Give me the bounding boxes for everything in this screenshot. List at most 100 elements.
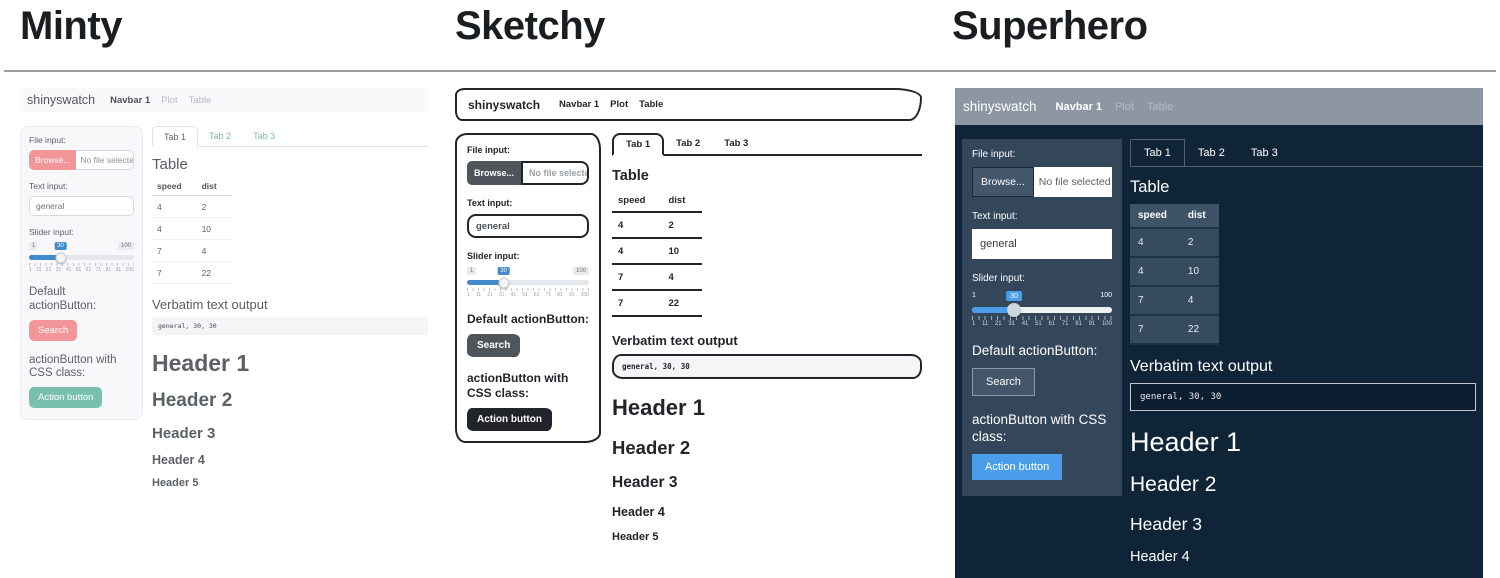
slider-min-label: 1 xyxy=(467,267,476,275)
header-2: Header 2 xyxy=(1130,473,1483,497)
nav-item-plot[interactable]: Plot xyxy=(161,95,177,106)
navbar: shinyswatch Navbar 1 Plot Table xyxy=(955,88,1483,125)
header-5: Header 5 xyxy=(612,531,922,543)
slider-track[interactable] xyxy=(972,307,1112,313)
slider-tick-label: 51 xyxy=(522,292,528,298)
slider-tick-marks xyxy=(467,288,589,291)
navbar: shinyswatch Navbar 1 Plot Table xyxy=(455,88,922,121)
tab-1[interactable]: Tab 1 xyxy=(152,126,198,147)
tab-3[interactable]: Tab 3 xyxy=(1238,139,1291,166)
slider-tick-labels: 1112131415161718191100 xyxy=(29,267,134,273)
navbar-brand[interactable]: shinyswatch xyxy=(963,99,1037,114)
search-button[interactable]: Search xyxy=(29,320,77,341)
slider-tick-label: 81 xyxy=(106,267,112,273)
default-actionbutton-label: Default actionButton: xyxy=(467,312,589,327)
horizontal-divider xyxy=(4,70,1496,72)
slider-handle[interactable] xyxy=(1007,303,1021,317)
navbar-brand[interactable]: shinyswatch xyxy=(468,98,540,112)
browse-button[interactable]: Browse... xyxy=(29,150,76,170)
app-body: File input: Browse... No file selected T… xyxy=(20,126,428,489)
cell: 10 xyxy=(197,218,232,240)
cell: 4 xyxy=(152,196,197,218)
slider-input[interactable]: 1 30 100 1112131415161718191100 xyxy=(467,267,589,298)
tab-3[interactable]: Tab 3 xyxy=(242,126,286,146)
table-row: 74 xyxy=(612,264,702,290)
tab-2[interactable]: Tab 2 xyxy=(664,133,712,154)
slider-track[interactable] xyxy=(29,255,134,260)
slider-max-label: 100 xyxy=(573,267,589,275)
table-row: 42 xyxy=(612,212,702,238)
nav-item-table[interactable]: Table xyxy=(1147,101,1173,113)
slider-tick-label: 100 xyxy=(1102,321,1112,327)
file-input-label: File input: xyxy=(972,149,1112,160)
slider-tick-label: 11 xyxy=(982,321,988,327)
navbar-brand[interactable]: shinyswatch xyxy=(27,93,95,107)
table-row: 74 xyxy=(152,240,232,262)
sidebar: File input: Browse... No file selected T… xyxy=(20,126,143,420)
table-row: 410 xyxy=(612,238,702,264)
slider-labels: 1 30 100 xyxy=(467,267,589,278)
slider-tick-label: 31 xyxy=(499,292,505,298)
sketchy-theme-preview: shinyswatch Navbar 1 Plot Table File inp… xyxy=(455,88,922,543)
slider-tick-label: 51 xyxy=(1035,321,1042,327)
tab-3[interactable]: Tab 3 xyxy=(712,133,760,154)
tab-1[interactable]: Tab 1 xyxy=(1130,139,1185,167)
slider-handle[interactable] xyxy=(55,252,66,263)
slider-max-label: 100 xyxy=(1100,291,1112,300)
slider-tick-label: 71 xyxy=(96,267,102,273)
slider-min-label: 1 xyxy=(972,291,976,300)
slider-track[interactable] xyxy=(467,280,589,285)
slider-input[interactable]: 1 30 100 1112131415161718191100 xyxy=(972,291,1112,327)
action-button[interactable]: Action button xyxy=(467,408,552,431)
nav-item-navbar1[interactable]: Navbar 1 xyxy=(559,99,599,110)
nav-item-navbar1[interactable]: Navbar 1 xyxy=(1056,101,1102,113)
table-heading: Table xyxy=(152,156,428,173)
text-input[interactable] xyxy=(972,229,1112,259)
cell: 10 xyxy=(1180,257,1219,286)
search-button[interactable]: Search xyxy=(467,334,520,357)
search-button[interactable]: Search xyxy=(972,368,1035,396)
app-body: File input: Browse... No file selected T… xyxy=(455,133,922,543)
cell: 4 xyxy=(1130,228,1180,257)
verbatim-output: general, 30, 30 xyxy=(152,317,428,335)
tab-2[interactable]: Tab 2 xyxy=(1185,139,1238,166)
header-3: Header 3 xyxy=(152,425,428,442)
nav-item-table[interactable]: Table xyxy=(639,99,663,110)
action-button[interactable]: Action button xyxy=(29,387,102,408)
text-input[interactable] xyxy=(467,214,589,238)
cell: 7 xyxy=(1130,286,1180,315)
tab-bar: Tab 1 Tab 2 Tab 3 xyxy=(152,126,428,147)
browse-button[interactable]: Browse... xyxy=(467,161,521,185)
slider-tick-label: 61 xyxy=(534,292,540,298)
slider-tick-label: 100 xyxy=(126,267,134,273)
cell: 4 xyxy=(612,212,662,238)
tab-1[interactable]: Tab 1 xyxy=(612,133,664,156)
slider-tick-marks xyxy=(29,263,134,266)
col-dist: dist xyxy=(662,190,702,212)
file-input-label: File input: xyxy=(29,135,134,145)
slider-tick-label: 91 xyxy=(1089,321,1096,327)
table-heading: Table xyxy=(612,168,922,184)
tab-bar: Tab 1 Tab 2 Tab 3 xyxy=(612,133,922,156)
table-row: 42 xyxy=(1130,228,1219,257)
slider-handle[interactable] xyxy=(498,277,509,288)
verbatim-heading: Verbatim text output xyxy=(1130,358,1483,376)
slider-tick-label: 91 xyxy=(569,292,575,298)
cell: 4 xyxy=(662,264,702,290)
nav-item-plot[interactable]: Plot xyxy=(610,99,628,110)
action-button[interactable]: Action button xyxy=(972,454,1062,480)
nav-item-table[interactable]: Table xyxy=(189,95,212,106)
header-4: Header 4 xyxy=(152,453,428,467)
nav-item-plot[interactable]: Plot xyxy=(1115,101,1134,113)
nav-item-navbar1[interactable]: Navbar 1 xyxy=(110,95,150,106)
tab-bar: Tab 1 Tab 2 Tab 3 xyxy=(1130,139,1483,167)
tab-2[interactable]: Tab 2 xyxy=(198,126,242,146)
browse-button[interactable]: Browse... xyxy=(972,167,1034,197)
table-row: 42 xyxy=(152,196,232,218)
verbatim-output: general, 30, 30 xyxy=(1130,383,1476,411)
table-heading: Table xyxy=(1130,178,1483,197)
cell: 2 xyxy=(662,212,702,238)
text-input[interactable] xyxy=(29,196,134,216)
slider-tick-label: 71 xyxy=(1062,321,1069,327)
slider-input[interactable]: 1 30 100 1112131415161718191100 xyxy=(29,242,134,273)
